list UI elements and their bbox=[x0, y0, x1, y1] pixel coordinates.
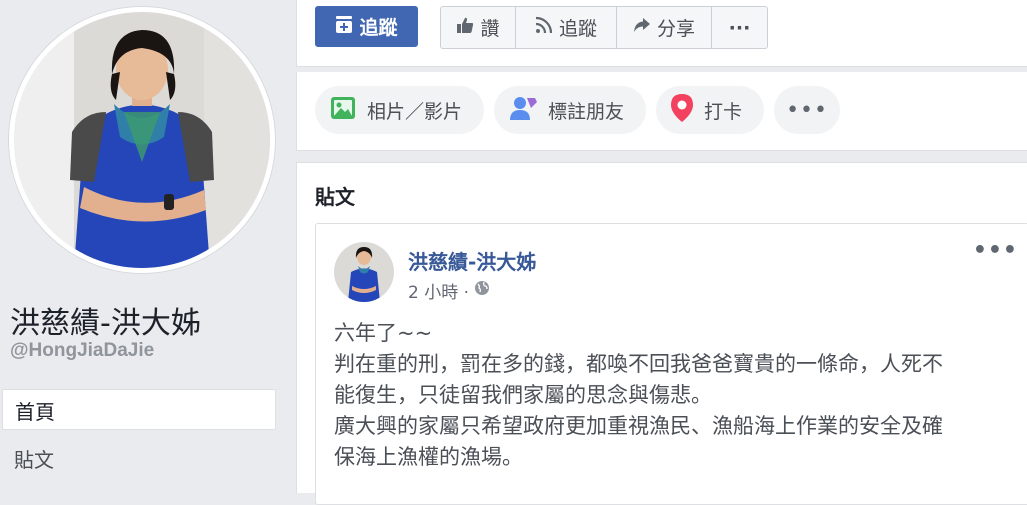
action-button-group: 讚 追蹤 分享 ··· bbox=[440, 6, 768, 49]
post-text-line: 保海上漁權的漁場。 bbox=[334, 445, 523, 469]
post-text-line: 六年了~~ bbox=[334, 321, 433, 345]
tag-friend-icon bbox=[508, 94, 538, 127]
follow-primary-button[interactable]: 追蹤 bbox=[315, 6, 418, 47]
nav-item-posts[interactable]: 貼文 bbox=[14, 444, 54, 473]
profile-photo bbox=[14, 12, 270, 268]
photo-icon bbox=[329, 94, 357, 127]
share-label: 分享 bbox=[656, 18, 695, 40]
more-options-button[interactable]: ··· bbox=[712, 7, 767, 48]
post-author-name[interactable]: 洪慈績-洪大姊 bbox=[408, 246, 536, 275]
posts-heading: 貼文 bbox=[315, 185, 355, 209]
tag-friends-button[interactable]: 標註朋友 bbox=[494, 86, 647, 134]
post-text: 六年了~~ 判在重的刑，罰在多的錢，都喚不回我爸爸寶貴的一條命，人死不 能復生，… bbox=[334, 318, 1014, 473]
like-button[interactable]: 讚 bbox=[441, 7, 516, 48]
profile-picture[interactable] bbox=[8, 6, 276, 274]
page-action-bar: 追蹤 讚 追蹤 分享 ··· bbox=[296, 0, 1027, 67]
post-text-line: 判在重的刑，罰在多的錢，都喚不回我爸爸寶貴的一條命，人死不 bbox=[334, 352, 943, 376]
post-card: 洪慈績-洪大姊 2 小時 · ••• 六年了~~ 判在重的刑，罰在多的錢，都喚不… bbox=[315, 223, 1027, 505]
composer-actions: 相片／影片 標註朋友 打卡 ••• bbox=[296, 72, 1027, 151]
thumbs-up-icon bbox=[456, 16, 474, 39]
photo-video-label: 相片／影片 bbox=[367, 100, 463, 123]
page-name: 洪慈績-洪大姊 bbox=[10, 306, 201, 341]
rss-icon bbox=[535, 16, 553, 39]
location-pin-icon bbox=[670, 93, 694, 128]
post-timestamp[interactable]: 2 小時 · bbox=[408, 278, 469, 303]
left-column: 洪慈績-洪大姊 @HongJiaDaJie 首頁 貼文 bbox=[0, 0, 290, 482]
post-text-line: 能復生，只徒留我們家屬的思念與傷悲。 bbox=[334, 383, 712, 407]
check-in-button[interactable]: 打卡 bbox=[656, 86, 765, 134]
follow-button[interactable]: 追蹤 bbox=[516, 7, 617, 48]
tag-friends-label: 標註朋友 bbox=[548, 100, 625, 123]
post-author-avatar[interactable] bbox=[334, 242, 394, 302]
composer-more-button[interactable]: ••• bbox=[774, 86, 841, 134]
check-in-label: 打卡 bbox=[704, 100, 743, 123]
posts-section: 貼文 洪慈績-洪大姊 2 小時 · ••• 六年了~~ 判在重的刑，罰在多的錢，… bbox=[296, 162, 1027, 505]
share-button[interactable]: 分享 bbox=[617, 7, 712, 48]
post-text-line: 廣大興的家屬只希望政府更加重視漁民、漁船海上作業的安全及確 bbox=[334, 414, 943, 438]
post-meta: 2 小時 · bbox=[408, 278, 490, 303]
follow-primary-label: 追蹤 bbox=[359, 17, 398, 39]
follow-label: 追蹤 bbox=[558, 18, 597, 40]
post-options-button[interactable]: ••• bbox=[973, 238, 1018, 263]
globe-icon bbox=[474, 280, 490, 301]
photo-video-button[interactable]: 相片／影片 bbox=[315, 86, 485, 134]
page-handle[interactable]: @HongJiaDaJie bbox=[10, 340, 154, 362]
follow-icon bbox=[335, 14, 353, 39]
share-arrow-icon bbox=[633, 16, 651, 39]
nav-item-home[interactable]: 首頁 bbox=[2, 389, 276, 430]
like-label: 讚 bbox=[480, 18, 500, 40]
